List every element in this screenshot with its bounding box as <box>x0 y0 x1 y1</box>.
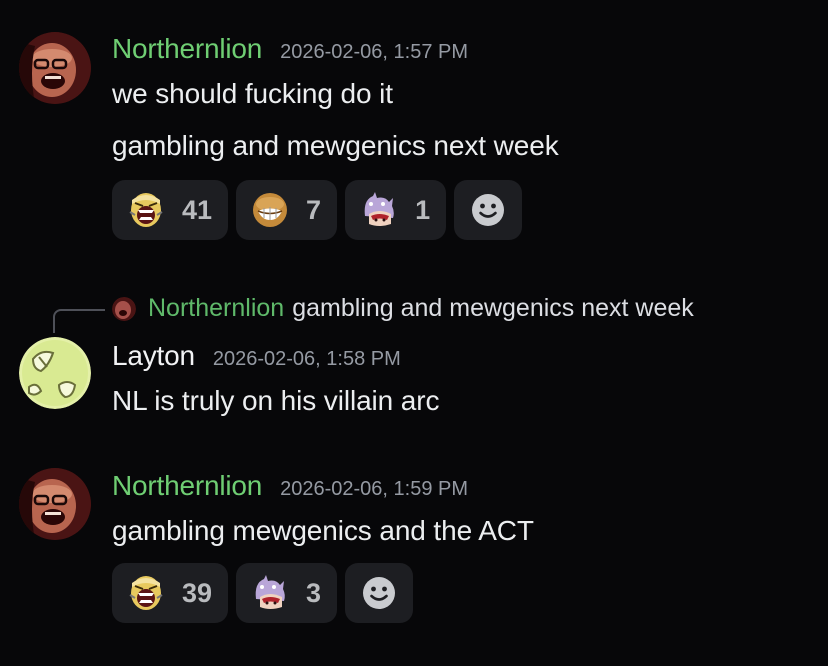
anime-cat-emoji <box>255 575 285 609</box>
reply-reference[interactable]: Northernlion gambling and mewgenics next… <box>112 294 694 323</box>
reaction-count: 39 <box>182 577 213 608</box>
reply-author[interactable]: Northernlion <box>148 294 284 323</box>
timestamp: 2026-02-06, 1:59 PM <box>280 478 469 500</box>
username[interactable]: Layton <box>112 340 195 372</box>
smiley-add-reaction-icon <box>472 194 505 226</box>
screaming-face-emoji <box>129 193 163 227</box>
reply-text: gambling and mewgenics next week <box>292 294 694 322</box>
add-reaction-button[interactable] <box>454 180 523 240</box>
message-header: Northernlion 2026-02-06, 1:57 PM <box>112 33 468 65</box>
reaction-count: 7 <box>306 194 322 225</box>
grimace-face-emoji <box>253 193 288 227</box>
screaming-face-emoji <box>129 576 163 610</box>
timestamp: 2026-02-06, 1:57 PM <box>280 41 469 63</box>
reply-spine <box>53 309 105 333</box>
reaction-count: 1 <box>415 194 431 225</box>
reaction-bar: 41 7 1 <box>112 180 523 240</box>
reaction-count: 3 <box>306 577 322 608</box>
chat-log: Northernlion 2026-02-06, 1:57 PM we shou… <box>0 0 828 666</box>
add-reaction-button[interactable] <box>345 563 414 623</box>
message-text: NL is truly on his villain arc <box>112 385 440 416</box>
timestamp: 2026-02-06, 1:58 PM <box>212 348 401 370</box>
avatar[interactable] <box>19 337 91 409</box>
message-text: we should fucking do it <box>112 78 393 109</box>
reply-avatar <box>112 296 136 321</box>
avatar[interactable] <box>19 468 91 540</box>
reaction-grimace[interactable]: 7 <box>236 180 338 240</box>
message-header: Northernlion 2026-02-06, 1:59 PM <box>112 470 468 502</box>
reaction-count: 41 <box>182 194 213 225</box>
reaction-anime-cat[interactable]: 1 <box>345 180 447 240</box>
message-text: gambling mewgenics and the ACT <box>112 515 534 546</box>
smiley-add-reaction-icon <box>363 577 396 609</box>
message-header: Layton 2026-02-06, 1:58 PM <box>112 340 401 372</box>
reaction-anime-cat[interactable]: 3 <box>236 563 338 623</box>
reaction-bar: 39 3 <box>112 563 414 623</box>
message-text: gambling and mewgenics next week <box>112 130 559 161</box>
anime-cat-emoji <box>364 192 394 226</box>
username[interactable]: Northernlion <box>112 33 262 65</box>
avatar[interactable] <box>19 32 91 104</box>
reaction-screaming[interactable]: 39 <box>112 563 229 623</box>
reaction-screaming[interactable]: 41 <box>112 180 229 240</box>
username[interactable]: Northernlion <box>112 470 262 502</box>
